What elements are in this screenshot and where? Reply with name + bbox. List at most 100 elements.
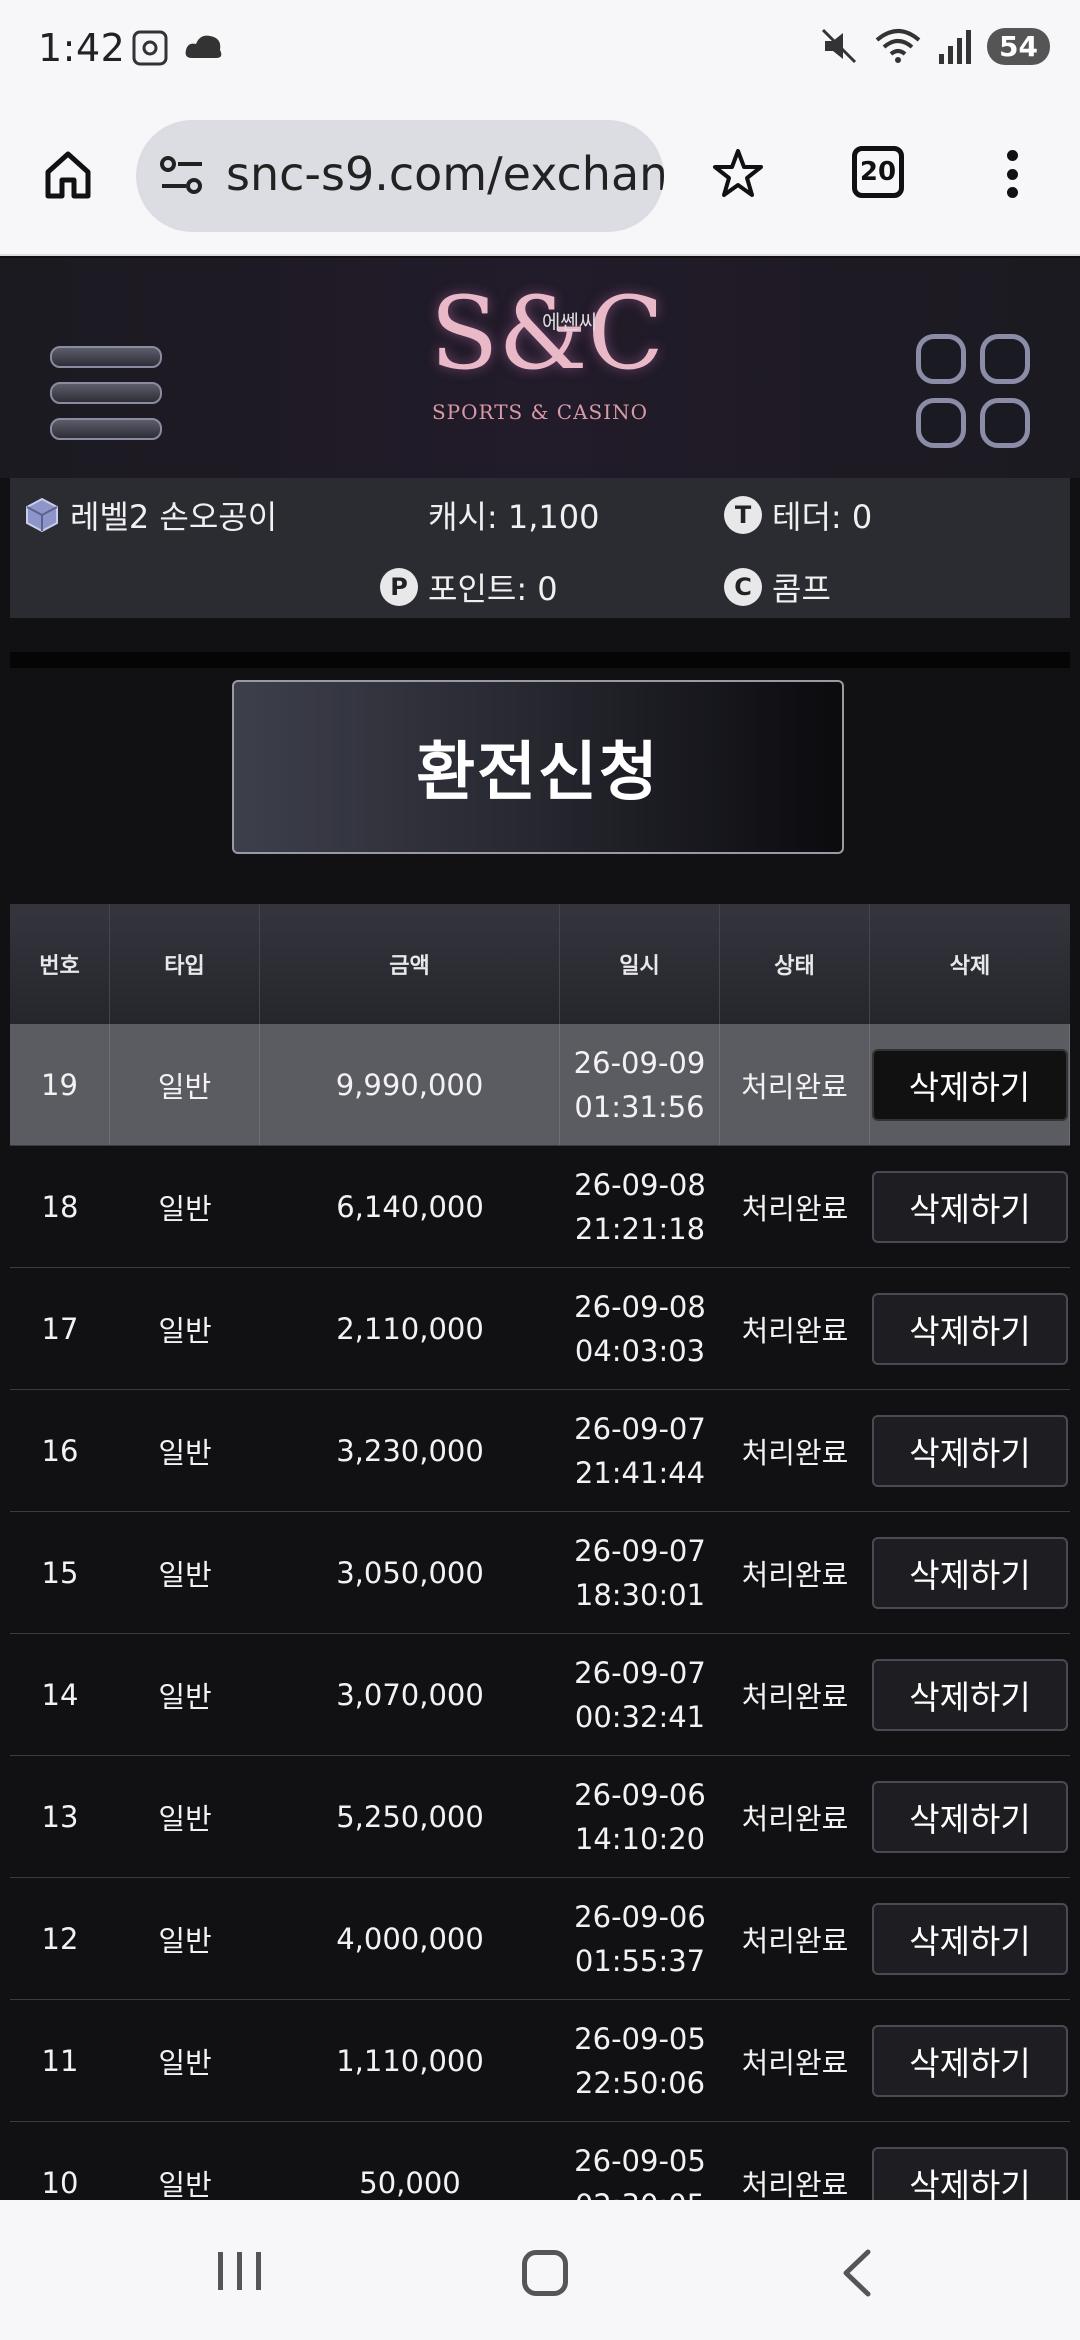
delete-button[interactable]: 삭제하기 [872,1902,1068,1975]
row-datetime: 26-09-07 18:30:01 [560,1512,720,1633]
row-time: 21:41:44 [574,1455,706,1490]
row-status: 처리완료 [741,1557,849,1592]
point-icon: P [380,568,418,606]
row-action: 삭제하기 [870,1268,1070,1389]
table-row[interactable]: 16 일반 3,230,000 26-09-07 21:41:44 처리완료 삭제… [10,1390,1070,1512]
row-datetime: 26-09-08 21:21:18 [560,1146,720,1267]
row-status: 처리완료 [741,2045,849,2080]
row-time: 01:55:37 [574,1943,706,1978]
cash-value: 캐시: 1,100 [428,498,600,536]
row-status: 처리완료 [741,1801,849,1836]
table-body: 19 일반 9,990,000 26-09-09 01:31:56 처리완료 삭제… [10,1024,1070,2320]
tab-count: 20 [859,157,897,187]
row-action: 삭제하기 [870,1878,1070,1999]
row-time: 00:32:41 [574,1699,706,1734]
menu-dot-icon [1006,150,1018,161]
row-amount: 9,990,000 [260,1024,560,1145]
row-datetime: 26-09-06 01:55:37 [560,1878,720,1999]
site-header: S&C 에쎈씨 SPORTS & CASINO [0,258,1080,478]
delete-button[interactable]: 삭제하기 [872,1292,1068,1365]
row-date: 26-09-06 [574,1899,706,1934]
bookmark-button[interactable] [706,142,770,206]
row-amount: 3,050,000 [336,1555,484,1590]
tether-icon: T [724,496,762,534]
star-icon [713,149,763,197]
browser-home-button[interactable] [36,142,100,206]
site-logo[interactable]: S&C 에쎈씨 SPORTS & CASINO [430,276,664,466]
row-action: 삭제하기 [870,1756,1070,1877]
row-type: 일반 [158,1801,212,1836]
row-status: 처리완료 [741,1435,849,1470]
header-type: 타입 [110,904,260,1024]
status-bar: 1:42 54 [0,0,1080,96]
row-type: 일반 [158,1557,212,1592]
delete-button[interactable]: 삭제하기 [872,2024,1068,2097]
browser-toolbar: snc-s9.com/exchang 20 [0,96,1080,256]
table-row[interactable]: 17 일반 2,110,000 26-09-08 04:03:03 처리완료 삭제… [10,1268,1070,1390]
table-row[interactable]: 13 일반 5,250,000 26-09-06 14:10:20 처리완료 삭제… [10,1756,1070,1878]
header-datetime: 일시 [560,904,720,1024]
table-row[interactable]: 15 일반 3,050,000 26-09-07 18:30:01 처리완료 삭제… [10,1512,1070,1634]
row-number: 15 [41,1555,79,1590]
row-type: 일반 [158,1313,212,1348]
table-row[interactable]: 12 일반 4,000,000 26-09-06 01:55:37 처리완료 삭제… [10,1878,1070,2000]
table-row[interactable]: 11 일반 1,110,000 26-09-05 22:50:06 처리완료 삭제… [10,2000,1070,2122]
delete-button[interactable]: 삭제하기 [872,1170,1068,1243]
row-time: 21:21:18 [574,1211,706,1246]
tab-switcher-button[interactable]: 20 [852,146,904,198]
row-datetime: 26-09-07 21:41:44 [560,1390,720,1511]
recent-apps-button[interactable] [218,2252,261,2290]
row-number: 14 [41,1677,79,1712]
menu-dot-icon [1006,187,1018,198]
site-settings-icon[interactable] [158,154,206,198]
row-amount: 5,250,000 [336,1799,484,1834]
row-status: 처리완료 [720,1024,870,1145]
address-bar[interactable]: snc-s9.com/exchang [136,120,664,232]
browser-menu-button[interactable] [994,142,1030,206]
tether-value: 테더: 0 [772,498,873,536]
comp-icon: C [724,568,762,606]
user-cash: 캐시: 1,100 [428,492,599,538]
header-delete: 삭제 [949,954,991,979]
back-button[interactable] [836,2248,876,2298]
delete-button[interactable]: 삭제하기 [871,1048,1068,1121]
row-date: 26-09-05 [574,2021,706,2056]
exchange-request-button[interactable]: 환전신청 [232,680,844,854]
recent-apps-icon [256,2252,261,2290]
delete-button[interactable]: 삭제하기 [872,1658,1068,1731]
row-action: 삭제하기 [870,1146,1070,1267]
recent-apps-icon [218,2252,223,2290]
user-level: 레벨2 손오공이 [24,492,277,538]
row-amount: 2,110,000 [336,1311,484,1346]
system-home-button[interactable] [522,2250,568,2296]
row-number: 19 [10,1024,110,1145]
header-number: 번호 [10,904,110,1024]
grid-square-icon [916,334,966,384]
row-number: 17 [41,1311,79,1346]
user-comp[interactable]: C 콤프 [724,564,831,610]
table-row[interactable]: 18 일반 6,140,000 26-09-08 21:21:18 처리완료 삭제… [10,1146,1070,1268]
row-datetime: 26-09-07 00:32:41 [560,1634,720,1755]
delete-button[interactable]: 삭제하기 [872,1414,1068,1487]
row-datetime: 26-09-06 14:10:20 [560,1756,720,1877]
delete-button[interactable]: 삭제하기 [872,1780,1068,1853]
row-date: 26-09-08 [574,1167,706,1202]
row-status: 처리완료 [741,1191,849,1226]
comp-label: 콤프 [772,570,831,608]
logo-subtitle: SPORTS & CASINO [431,400,649,424]
row-date: 26-09-08 [574,1289,706,1324]
table-row[interactable]: 14 일반 3,070,000 26-09-07 00:32:41 처리완료 삭제… [10,1634,1070,1756]
row-status: 처리완료 [741,1679,849,1714]
row-number: 18 [41,1189,79,1224]
user-info-bar: 레벨2 손오공이 캐시: 1,100 T 테더: 0 P 포인트: 0 C 콤프 [10,478,1070,618]
side-menu-button[interactable] [50,346,162,440]
cloud-sync-icon [185,35,222,58]
status-notification-icons [130,28,226,68]
row-date: 26-09-09 [573,1045,706,1080]
row-amount: 4,000,000 [336,1921,484,1956]
grid-menu-button[interactable] [916,334,1030,448]
row-status: 처리완료 [741,1923,849,1958]
table-row[interactable]: 19 일반 9,990,000 26-09-09 01:31:56 처리완료 삭제… [10,1024,1070,1146]
logo-korean-text: 에쎈씨 [542,310,598,334]
delete-button[interactable]: 삭제하기 [872,1536,1068,1609]
